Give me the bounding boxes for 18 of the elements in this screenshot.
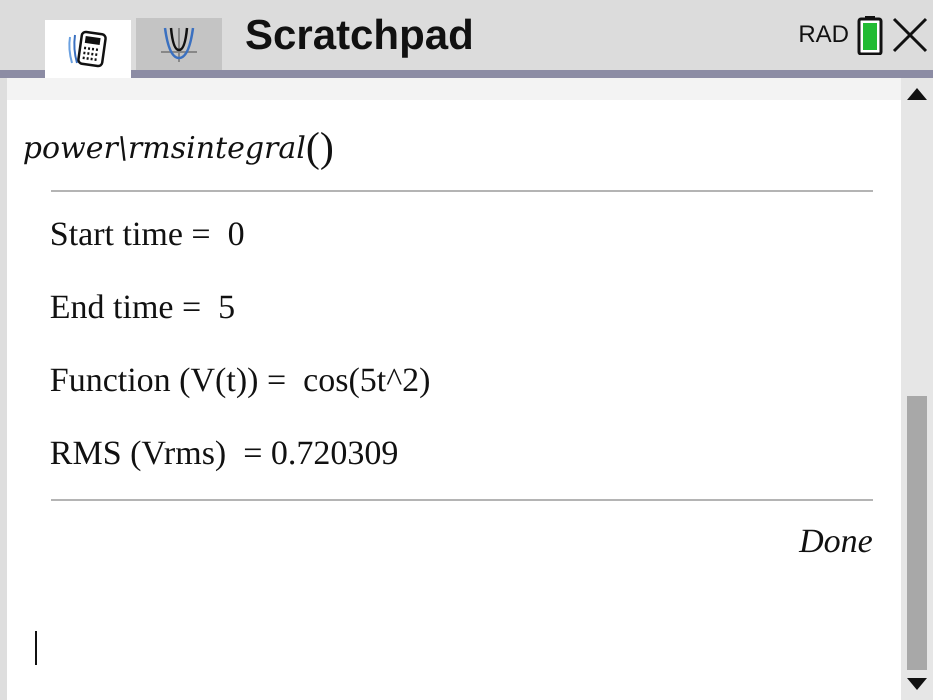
close-button[interactable] <box>891 16 929 54</box>
result-text: Done <box>799 523 873 561</box>
text-cursor <box>34 631 37 665</box>
document-tab[interactable] <box>45 20 131 78</box>
command-text: power\rmsintegral <box>22 130 306 166</box>
output-line: End time = 5 <box>50 288 236 328</box>
output-line: Function (V(t)) = cos(5t^2) <box>50 361 432 401</box>
app-title: Scratchpad <box>245 11 474 59</box>
calculator-icon <box>66 29 110 69</box>
document-tab[interactable] <box>136 18 222 70</box>
output-line: RMS (Vrms) = 0.720309 <box>50 434 400 474</box>
scroll-down-icon[interactable] <box>906 678 927 690</box>
parentheses: () <box>306 124 334 172</box>
scrollbar-thumb[interactable] <box>906 396 927 670</box>
scroll-up-icon[interactable] <box>906 88 927 100</box>
battery-icon <box>857 15 883 55</box>
angle-mode: RAD <box>798 21 849 49</box>
output-line: Start time = 0 <box>50 215 246 255</box>
